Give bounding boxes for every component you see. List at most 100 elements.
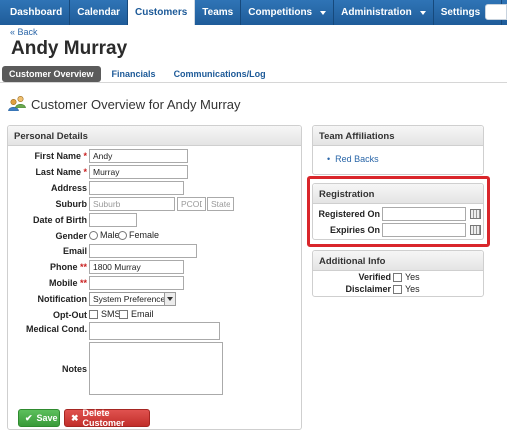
address-label: Address [50,183,87,193]
close-icon: ✖ [71,412,79,423]
additional-info-heading: Additional Info [313,251,483,271]
subnav-divider [0,82,507,83]
team-affiliations-heading: Team Affiliations [313,126,483,146]
postcode-field[interactable] [177,197,206,211]
nav-dashboard-label: Dashboard [10,7,63,18]
last-name-label: Last Name * [35,167,87,177]
delete-customer-button[interactable]: ✖ Delete Customer [64,408,150,428]
last-name-row: Last Name * [8,165,303,181]
notification-row: Notification System Preference [8,292,303,308]
last-name-field[interactable] [89,165,188,179]
nav-teams-label: Teams [202,7,234,18]
top-nav: Dashboard Calendar Customers Teams Compe… [0,0,507,25]
mobile-label: Mobile ** [48,278,87,288]
email-label: Email [62,246,87,256]
delete-button-label: Delete Customer [82,408,125,428]
nav-administration-label: Administration [341,7,412,18]
personal-details-heading: Personal Details [8,126,301,146]
disclaimer-row: Disclaimer Yes [313,283,485,296]
checkmark-icon: ✔ [25,412,33,423]
nav-calendar-label: Calendar [77,7,121,18]
notification-select-value: System Preference [93,294,166,304]
save-button[interactable]: ✔ Save [18,409,60,427]
first-name-field[interactable] [89,149,188,163]
phone-label: Phone ** [49,262,87,272]
nav-dashboard[interactable]: Dashboard [0,0,71,25]
tab-communications-log[interactable]: Communications/Log [167,66,273,82]
save-button-label: Save [36,413,58,423]
section-title-text: Customer Overview for Andy Murray [31,96,241,112]
notes-row: Notes [8,342,303,397]
dob-label: Date of Birth [33,215,87,225]
nav-customers[interactable]: Customers [128,0,196,25]
notes-label: Notes [61,364,87,374]
medical-field[interactable] [89,322,220,340]
gender-female-label: Female [129,230,160,240]
checkbox[interactable] [393,272,402,282]
phone-field[interactable] [89,260,184,274]
phone-row: Phone ** [8,260,303,276]
optout-email-label: Email [131,309,154,319]
email-field[interactable] [89,244,197,258]
team-list-item: • Red Backs [327,154,379,164]
medical-row: Medical Cond. [8,322,303,340]
disclaimer-option[interactable]: Yes [393,284,420,294]
optout-email-option[interactable]: Email [119,309,154,319]
users-icon [8,96,27,112]
state-field[interactable] [207,197,234,211]
dob-field[interactable] [89,213,137,227]
personal-details-panel: Personal Details First Name * Last Name … [7,125,302,430]
nav-competitions[interactable]: Competitions [241,0,335,25]
sub-nav: Customer Overview Financials Communicati… [2,66,277,82]
nav-competitions-label: Competitions [248,7,313,18]
mobile-row: Mobile ** [8,276,303,292]
disclaimer-yes-label: Yes [405,284,420,294]
dob-row: Date of Birth [8,213,303,229]
nav-customers-label: Customers [135,7,188,18]
suburb-field[interactable] [89,197,175,211]
optout-sms-label: SMS [101,309,121,319]
tab-customer-overview[interactable]: Customer Overview [2,66,101,82]
address-field[interactable] [89,181,184,195]
medical-label: Medical Cond. [25,324,87,334]
nav-teams[interactable]: Teams [195,0,242,25]
tab-financials[interactable]: Financials [105,66,163,82]
optout-sms-option[interactable]: SMS [89,309,121,319]
highlight-box [307,176,490,247]
verified-label: Verified [358,272,391,282]
notes-field[interactable] [89,342,223,395]
notification-select[interactable]: System Preference [89,292,176,306]
checkbox[interactable] [119,309,128,319]
search-input[interactable] [485,4,507,20]
nav-settings-label: Settings [440,7,481,18]
disclaimer-label: Disclaimer [345,284,391,294]
checkbox[interactable] [89,309,98,319]
chevron-down-icon [419,10,426,15]
gender-row: Gender Male Female [8,229,303,245]
team-link-red-backs[interactable]: Red Backs [335,154,379,164]
checkbox[interactable] [393,284,402,294]
radio-button[interactable] [118,230,127,240]
verified-yes-label: Yes [405,272,420,282]
mobile-field[interactable] [89,276,184,290]
gender-male-option[interactable]: Male [89,230,120,240]
additional-info-panel: Additional Info Verified Yes Disclaimer … [312,250,484,297]
gender-male-label: Male [100,230,120,240]
nav-calendar[interactable]: Calendar [70,0,129,25]
nav-administration[interactable]: Administration [334,0,434,25]
bullet-icon: • [327,154,331,164]
first-name-row: First Name * [8,149,303,165]
back-link[interactable]: « Back [10,27,38,37]
radio-button[interactable] [89,230,98,240]
chevron-down-icon [320,10,327,15]
notification-label: Notification [37,294,88,304]
verified-option[interactable]: Yes [393,272,420,282]
gender-female-option[interactable]: Female [118,230,159,240]
section-title: Customer Overview for Andy Murray [8,96,241,112]
chevron-down-icon [164,293,175,305]
address-row: Address [8,181,303,197]
page-title: Andy Murray [11,38,128,59]
first-name-label: First Name * [34,151,87,161]
gender-label: Gender [55,231,87,241]
optout-label: Opt-Out [53,310,87,320]
